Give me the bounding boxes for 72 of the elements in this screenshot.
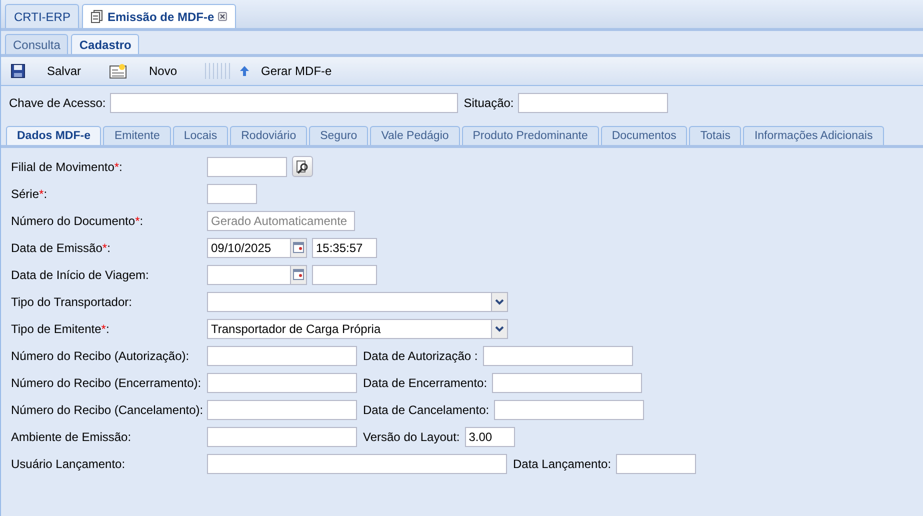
save-button[interactable]: Salvar (11, 64, 110, 78)
chevron-down-icon (495, 326, 504, 332)
tab[interactable]: Dados MDF-e (6, 126, 102, 145)
app-tab[interactable]: CRTI-ERP (5, 4, 80, 28)
generate-button[interactable]: Gerar MDF-e (240, 64, 360, 78)
tab[interactable]: Informações Adicionais (743, 126, 884, 145)
field-label: Data de Emissão*: (11, 240, 112, 254)
search-icon (296, 160, 310, 174)
text-field[interactable] (616, 454, 696, 474)
save-icon (11, 64, 25, 78)
search-button[interactable] (292, 156, 313, 177)
text-field[interactable]: Gerado Automaticamente (207, 210, 355, 230)
field-label: Situação: (464, 96, 514, 110)
text-field[interactable] (207, 346, 357, 366)
text-field[interactable] (207, 454, 507, 474)
field-label: Data de Autorização : (363, 348, 478, 362)
new-button[interactable]: Novo (109, 63, 206, 79)
dropdown-button[interactable] (491, 318, 508, 338)
new-document-icon (109, 63, 128, 79)
app-tab[interactable]: Emissão de MDF-e (82, 4, 236, 28)
date-field[interactable] (207, 264, 290, 284)
field-label: Data de Início de Viagem: (11, 268, 150, 282)
field-label: Usuário Lançamento: (11, 456, 126, 470)
field-label: Série*: (11, 186, 48, 200)
text-field[interactable] (110, 93, 458, 113)
dropdown-button[interactable] (491, 292, 508, 312)
field-label: Número do Recibo (Cancelamento): (11, 402, 202, 416)
tab[interactable]: Totais (689, 126, 742, 145)
field-label: Tipo de Emitente*: (11, 322, 110, 336)
text-field[interactable] (492, 372, 642, 392)
text-field[interactable] (207, 426, 357, 446)
tab[interactable]: Locais (172, 126, 228, 145)
field-label: Filial de Movimento*: (11, 160, 124, 174)
dropdown-field[interactable] (207, 292, 491, 312)
field-label: Número do Recibo (Autorização): (11, 348, 190, 362)
dropdown-field[interactable]: Transportador de Carga Própria (207, 318, 491, 338)
field-label: Chave de Acesso: (9, 96, 106, 110)
text-field[interactable] (312, 264, 377, 284)
tab[interactable]: Produto Predominante (462, 126, 599, 145)
field-label: Ambiente de Emissão: (11, 430, 132, 444)
calendar-button[interactable] (290, 238, 307, 258)
text-field[interactable] (207, 184, 257, 204)
close-icon[interactable] (218, 12, 228, 21)
text-field[interactable]: 3.00 (464, 426, 515, 446)
field-label: Versão do Layout: (363, 430, 460, 444)
tab[interactable]: Seguro (309, 126, 368, 145)
calendar-button[interactable] (290, 264, 307, 284)
text-field[interactable] (482, 346, 633, 366)
calendar-icon (293, 269, 304, 280)
text-field[interactable] (207, 372, 357, 392)
tab[interactable]: Vale Pedágio (370, 126, 460, 145)
arrow-up-icon (240, 66, 250, 76)
text-field[interactable] (518, 93, 668, 113)
field-label: Data Lançamento: (513, 456, 612, 470)
tab[interactable]: Cadastro (71, 34, 140, 54)
tab[interactable]: Emitente (103, 126, 171, 145)
text-field[interactable] (207, 156, 287, 176)
chevron-down-icon (495, 298, 504, 304)
date-field[interactable]: 09/10/2025 (207, 238, 290, 258)
document-icon (91, 10, 104, 23)
field-label: Data de Encerramento: (363, 376, 488, 390)
field-label: Data de Cancelamento: (363, 402, 490, 416)
text-field[interactable] (207, 400, 357, 420)
text-field[interactable] (494, 400, 644, 420)
field-label: Número do Documento*: (11, 214, 144, 228)
field-label: Número do Recibo (Encerramento): (11, 376, 202, 390)
tab[interactable]: Consulta (5, 34, 68, 54)
calendar-icon (293, 242, 304, 253)
tab[interactable]: Rodoviário (230, 126, 308, 145)
text-field[interactable]: 15:35:57 (312, 238, 377, 258)
tab[interactable]: Documentos (600, 126, 688, 145)
field-label: Tipo do Transportador: (11, 294, 133, 308)
